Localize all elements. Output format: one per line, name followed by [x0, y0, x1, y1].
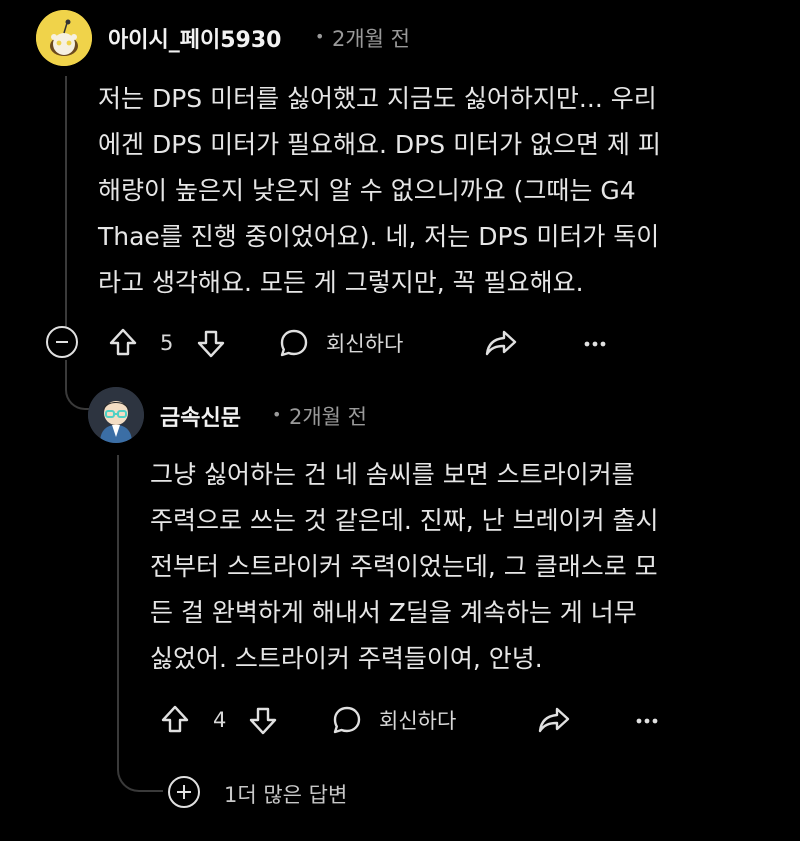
more-options-button[interactable] — [584, 340, 606, 348]
meta-separator: • — [315, 27, 325, 46]
speech-bubble-icon — [280, 329, 308, 357]
thread-line — [65, 76, 67, 328]
comment-username[interactable]: 아이시_페이5930 — [108, 22, 281, 54]
comment-body-line: 라고 생각해요. 모든 게 그렇지만, 꼭 필요해요. — [98, 268, 584, 297]
reply-username[interactable]: 금속신문 — [160, 400, 241, 432]
comment-body-line: 에겐 DPS 미터가 필요해요. DPS 미터가 없으면 제 피 — [98, 130, 661, 159]
share-button[interactable] — [537, 705, 571, 735]
reply-label: 회신하다 — [326, 332, 404, 356]
comment-body: 저는 DPS 미터를 싫어했고 지금도 싫어하지만... 우리 에겐 DPS 미… — [98, 76, 661, 306]
reply-body-line: 전부터 스트라이커 주력이었는데, 그 클래스로 모 — [150, 552, 658, 581]
downvote-arrow-icon — [197, 330, 225, 358]
reply-button[interactable]: 회신하다 — [331, 704, 456, 736]
thread-line — [117, 455, 119, 755]
comment-body-line: 저는 DPS 미터를 싫어했고 지금도 싫어하지만... 우리 — [98, 84, 657, 113]
collapse-button[interactable] — [46, 326, 78, 358]
plus-circle-icon-stroke — [183, 785, 185, 799]
downvote-button[interactable] — [248, 706, 278, 736]
more-options-button[interactable] — [636, 717, 658, 725]
upvote-button[interactable] — [160, 704, 190, 734]
upvote-button[interactable] — [108, 327, 138, 357]
reply-timestamp: 2개월 전 — [289, 405, 367, 429]
reply-button[interactable]: 회신하다 — [278, 327, 403, 359]
reply-body-line: 주력으로 쓰는 것 같은데. 진짜, 난 브레이커 출시 — [150, 506, 659, 535]
reply-label: 회신하다 — [379, 709, 457, 733]
avatar[interactable] — [36, 10, 92, 66]
speech-bubble-icon — [333, 706, 361, 734]
upvote-arrow-icon — [109, 328, 137, 356]
vote-count: 5 — [160, 331, 174, 355]
ellipsis-icon — [584, 341, 606, 347]
share-arrow-icon — [538, 707, 570, 733]
minus-circle-icon — [56, 341, 68, 343]
user-avatar-icon — [88, 387, 144, 443]
snoo-avatar-icon — [36, 10, 92, 66]
downvote-arrow-icon — [249, 707, 277, 735]
reply-body-line: 든 걸 완벽하게 해내서 Z딜을 계속하는 게 너무 — [150, 598, 637, 627]
share-arrow-icon — [485, 330, 517, 356]
comment-body-line: 해량이 높은지 낮은지 알 수 없으니까요 (그때는 G4 — [98, 176, 636, 205]
reply-body-line: 그냥 싫어하는 건 네 솜씨를 보면 스트라이커를 — [150, 460, 635, 489]
ellipsis-icon — [636, 718, 658, 724]
meta-separator: • — [272, 405, 282, 424]
comment-body-line: Thae를 진행 중이었어요). 네, 저는 DPS 미터가 독이 — [98, 222, 660, 251]
upvote-arrow-icon — [161, 705, 189, 733]
vote-count: 4 — [213, 708, 227, 732]
share-button[interactable] — [484, 328, 518, 358]
thread-connector — [65, 360, 91, 410]
thread-connector — [117, 740, 163, 792]
comment-timestamp: 2개월 전 — [332, 27, 410, 51]
reply-body: 그냥 싫어하는 건 네 솜씨를 보면 스트라이커를 주력으로 쓰는 것 같은데.… — [150, 452, 659, 682]
avatar[interactable] — [88, 387, 144, 443]
more-replies-link[interactable]: 1더 많은 답변 — [224, 779, 347, 809]
expand-replies-button[interactable] — [168, 776, 200, 808]
downvote-button[interactable] — [196, 329, 226, 359]
reply-body-line: 싫었어. 스트라이커 주력들이여, 안녕. — [150, 644, 543, 673]
